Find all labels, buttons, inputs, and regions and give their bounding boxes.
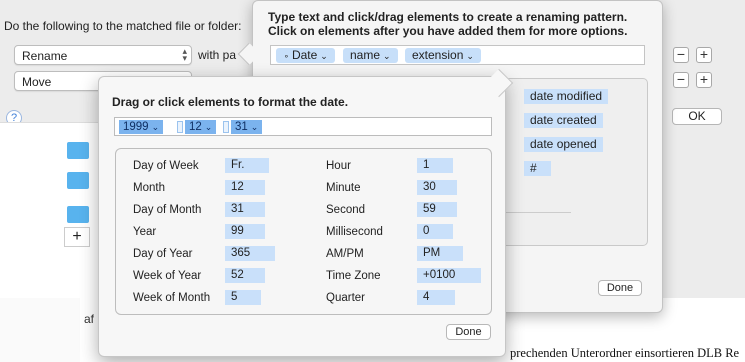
- label-month: Month: [133, 182, 165, 194]
- chevron-down-icon: ⌄: [383, 51, 391, 61]
- remove-action-button[interactable]: −: [673, 47, 689, 63]
- pattern-token-name[interactable]: name ⌄: [343, 48, 398, 63]
- label-day-of-year: Day of Year: [133, 248, 193, 260]
- remove-action-button[interactable]: −: [673, 72, 689, 88]
- pattern-token-extension[interactable]: extension ⌄: [405, 48, 481, 63]
- select-stepper-icon: ▴ ▾: [182, 46, 187, 63]
- element-counter[interactable]: #: [524, 161, 551, 176]
- date-separator[interactable]: [177, 121, 183, 133]
- date-popover-title: Drag or click elements to format the dat…: [112, 95, 349, 109]
- folder-icon[interactable]: [67, 206, 89, 223]
- label-time-zone: Time Zone: [326, 270, 381, 282]
- date-format-field[interactable]: 1999 ⌄ 12 ⌄ 31 ⌄: [114, 117, 492, 136]
- background-document-text: prechenden Unterordner einsortieren DLB …: [510, 346, 740, 360]
- divider: [501, 212, 571, 213]
- date-separator[interactable]: [223, 121, 229, 133]
- ok-button[interactable]: OK: [672, 108, 722, 125]
- element-quarter[interactable]: 4: [417, 290, 455, 305]
- label-am-pm: AM/PM: [326, 248, 364, 260]
- folder-icon[interactable]: [67, 172, 89, 189]
- add-action-button[interactable]: +: [696, 47, 712, 63]
- date-done-button[interactable]: Done: [446, 324, 491, 340]
- chevron-down-icon: ⌄: [466, 51, 474, 61]
- element-day-of-month[interactable]: 31: [225, 202, 265, 217]
- background-doc-left: [0, 298, 85, 362]
- label-second: Second: [326, 204, 366, 216]
- chevron-down-icon: ⌄: [250, 122, 259, 132]
- rename-instructions-line1: Type text and click/drag elements to cre…: [268, 10, 628, 24]
- action-select-value: Rename: [22, 49, 68, 63]
- label-minute: Minute: [326, 182, 361, 194]
- element-date-opened[interactable]: date opened: [524, 137, 603, 152]
- element-week-of-month[interactable]: 5: [225, 290, 261, 305]
- rename-pattern-field[interactable]: ⚬ Date ⌄ name ⌄ extension ⌄: [270, 45, 645, 65]
- action-select-value: Move: [22, 75, 52, 89]
- chevron-down-icon: ⌄: [151, 122, 160, 132]
- pattern-token-date[interactable]: ⚬ Date ⌄: [276, 48, 335, 63]
- element-year[interactable]: 99: [225, 224, 265, 239]
- element-millisecond[interactable]: 0: [417, 224, 453, 239]
- label-week-of-month: Week of Month: [133, 292, 211, 304]
- label-hour: Hour: [326, 160, 351, 172]
- element-day-of-week[interactable]: Fr.: [225, 158, 269, 173]
- folder-icon[interactable]: [67, 142, 89, 159]
- label-year: Year: [133, 226, 157, 238]
- date-token-month[interactable]: 12 ⌄: [185, 120, 217, 134]
- label-day-of-month: Day of Month: [133, 204, 202, 216]
- action-select-rename[interactable]: Rename ▴ ▾: [14, 45, 192, 65]
- element-week-of-year[interactable]: 52: [225, 268, 265, 283]
- rename-instructions-line2: Click on elements after you have added t…: [268, 24, 628, 38]
- background-text-fragment: af: [84, 312, 95, 326]
- label-quarter: Quarter: [326, 292, 365, 304]
- label-day-of-week: Day of Week: [133, 160, 199, 172]
- element-hour[interactable]: 1: [417, 158, 453, 173]
- chevron-down-icon: ⌄: [320, 51, 328, 61]
- element-am-pm[interactable]: PM: [417, 246, 463, 261]
- add-folder-button[interactable]: +: [64, 227, 90, 247]
- element-date-created[interactable]: date created: [524, 113, 603, 128]
- date-token-day[interactable]: 31 ⌄: [231, 120, 263, 134]
- element-minute[interactable]: 30: [417, 180, 457, 195]
- element-time-zone[interactable]: +0100: [417, 268, 481, 283]
- label-week-of-year: Week of Year: [133, 270, 202, 282]
- element-month[interactable]: 12: [225, 180, 265, 195]
- element-second[interactable]: 59: [417, 202, 457, 217]
- add-action-button[interactable]: +: [696, 72, 712, 88]
- label-millisecond: Millisecond: [326, 226, 383, 238]
- rename-done-button[interactable]: Done: [598, 280, 642, 296]
- date-token-year[interactable]: 1999 ⌄: [119, 120, 164, 134]
- element-date-modified[interactable]: date modified: [524, 89, 609, 104]
- with-pattern-label: with pa: [198, 48, 237, 62]
- rename-instructions: Type text and click/drag elements to cre…: [268, 10, 627, 38]
- rules-title: Do the following to the matched file or …: [4, 19, 242, 33]
- chevron-down-icon: ⌄: [204, 122, 213, 132]
- element-day-of-year[interactable]: 365: [225, 246, 275, 261]
